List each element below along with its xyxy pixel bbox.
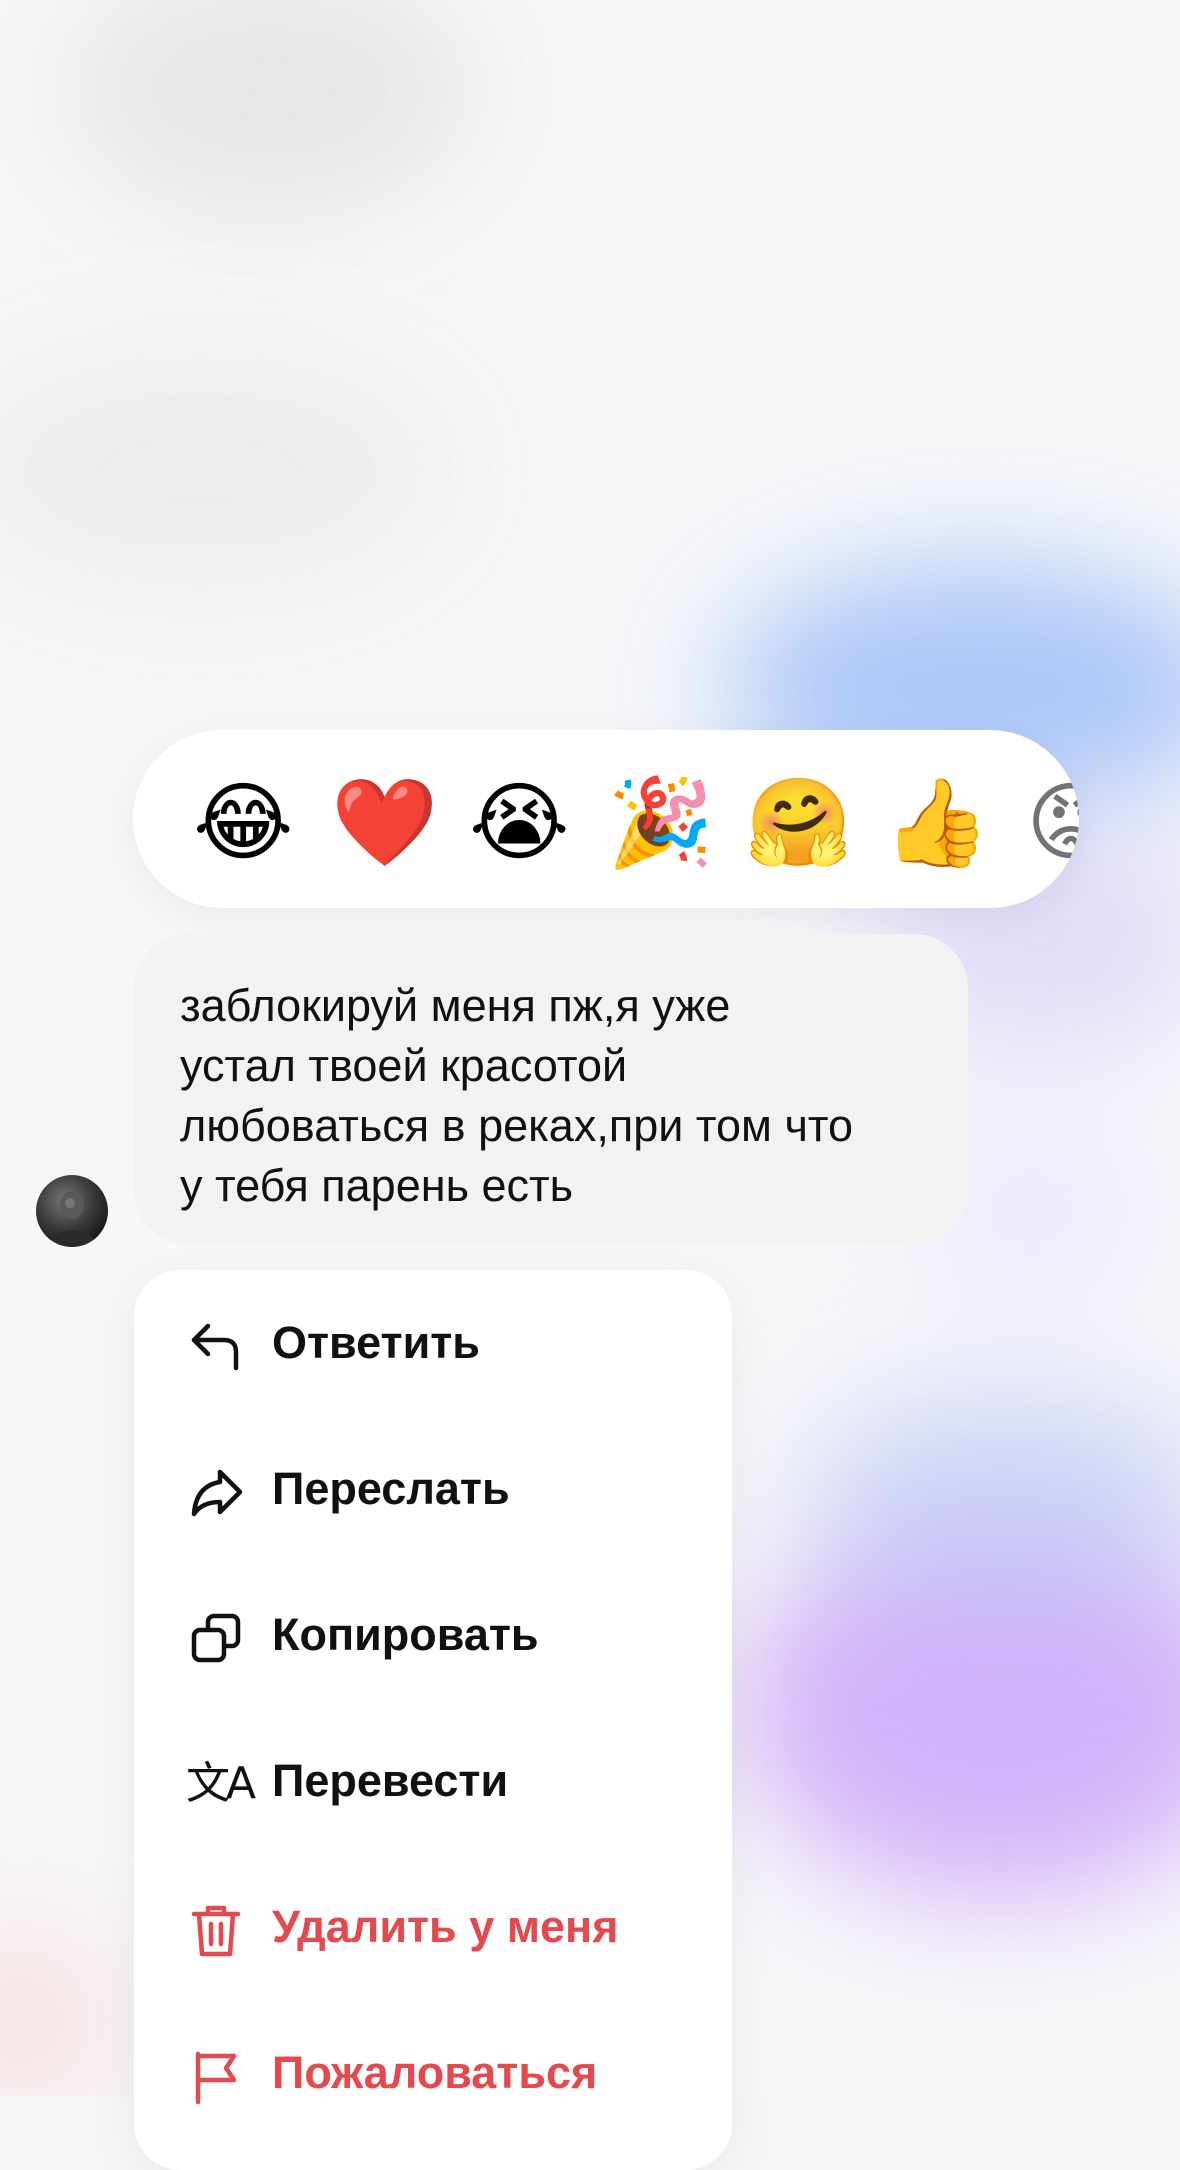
reaction-tears-of-joy[interactable]: 😂 xyxy=(193,773,294,873)
flag-icon xyxy=(195,2051,237,2105)
reaction-party-popper[interactable]: 🎉 xyxy=(607,773,714,873)
reaction-red-heart[interactable]: ❤️ xyxy=(331,773,438,873)
reply-icon xyxy=(191,1323,239,1371)
menu-item-report-label: Пожаловаться xyxy=(272,2047,598,2098)
menu-item-translate-label: Перевести xyxy=(272,1755,509,1806)
menu-item-reply[interactable]: Ответить xyxy=(134,1270,732,1416)
trash-icon xyxy=(191,1905,241,1957)
menu-item-translate[interactable]: 文A Перевести xyxy=(134,1708,732,1854)
reaction-angry-face[interactable]: 😡 xyxy=(1021,773,1079,873)
menu-item-copy-label: Копировать xyxy=(272,1609,539,1660)
reaction-bar: 😂 ❤️ 😭 🎉 🤗 👍 😡 xyxy=(133,730,1079,908)
menu-item-copy[interactable]: Копировать xyxy=(134,1562,732,1708)
reaction-thumbs-up[interactable]: 👍 xyxy=(883,773,990,873)
copy-icon xyxy=(191,1613,241,1663)
forward-icon xyxy=(191,1469,243,1517)
menu-item-reply-label: Ответить xyxy=(272,1317,480,1368)
menu-item-report[interactable]: Пожаловаться xyxy=(134,2000,732,2146)
avatar[interactable] xyxy=(36,1175,108,1247)
reaction-hugging-face[interactable]: 🤗 xyxy=(745,773,852,873)
reaction-loudly-crying[interactable]: 😭 xyxy=(469,773,570,873)
menu-item-forward-label: Переслать xyxy=(272,1463,510,1514)
menu-item-delete[interactable]: Удалить у меня xyxy=(134,1854,732,2000)
context-menu: Ответить Переслать Копировать 文A Перевес… xyxy=(134,1270,732,2170)
message-text: заблокируй меня пж,я уже устал твоей кра… xyxy=(180,980,854,1211)
menu-item-forward[interactable]: Переслать xyxy=(134,1416,732,1562)
message-bubble[interactable]: заблокируй меня пж,я уже устал твоей кра… xyxy=(134,934,968,1244)
translate-icon: 文A xyxy=(186,1758,256,1809)
menu-item-delete-label: Удалить у меня xyxy=(272,1901,619,1952)
